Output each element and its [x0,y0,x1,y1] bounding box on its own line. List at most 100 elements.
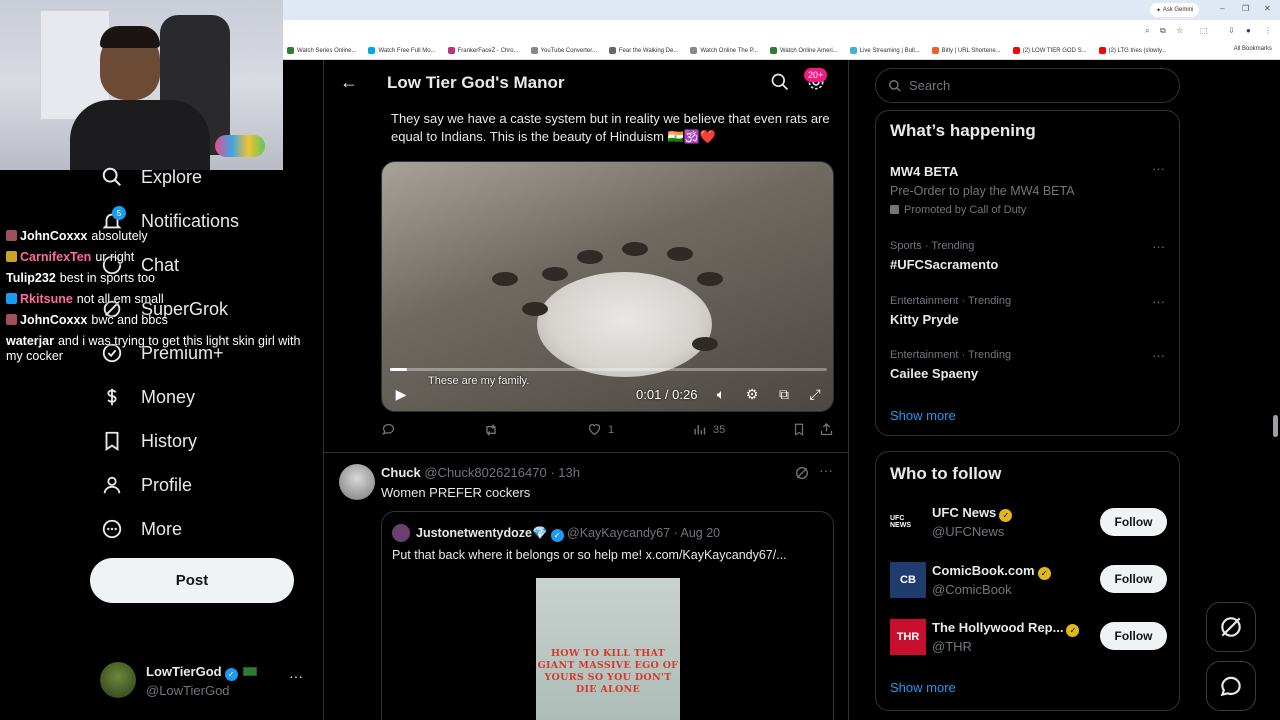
account-name: LowTierGod [146,664,222,679]
follow-suggestion-name[interactable]: UFC News [932,505,996,520]
bookmark-button[interactable] [792,422,812,437]
nav-profile[interactable]: Profile [100,470,192,500]
bookmark-favicon-icon [287,47,294,54]
install-icon[interactable]: ⧉ [1160,26,1166,36]
stream-chat-overlay: JohnCoxxx absolutely CarnifexTen ur right Tu… [6,226,316,364]
minimize-icon[interactable]: – [1220,4,1224,13]
bookmark-item[interactable]: (2) LTG tries (slowly... [1098,47,1166,54]
bookmark-item[interactable]: Watch Online The P... [690,47,758,54]
bookmark-item[interactable]: Bitly | URL Shortene... [931,47,1001,54]
browser-tab-strip [283,0,1280,20]
follow-button[interactable]: Follow [1100,622,1167,650]
video-progress-bar[interactable] [390,368,827,371]
promo-title[interactable]: MW4 BETA [890,164,958,179]
address-bar[interactable] [283,20,1280,42]
quoted-image-caption: HOW TO KILL THAT GIANT MASSIVE EGO OF YO… [537,648,679,695]
more-dots-icon[interactable]: ··· [289,668,303,684]
page-scrollbar[interactable] [1273,415,1278,437]
avatar[interactable]: UFC NEWS [890,504,926,540]
show-more-link[interactable]: Show more [890,408,956,423]
show-more-link[interactable]: Show more [890,680,956,695]
account-switcher[interactable]: LowTierGod ✓ @LowTierGod ··· [100,660,315,705]
nav-more[interactable]: More [100,514,182,544]
search-icon[interactable] [770,72,792,94]
more-dots-icon[interactable]: ··· [1152,239,1165,254]
follow-button[interactable]: Follow [1100,508,1167,536]
quoted-tweet-image[interactable]: HOW TO KILL THAT GIANT MASSIVE EGO OF YO… [536,578,680,720]
promoted-label-row: Promoted by Call of Duty [890,204,1026,216]
bookmark-favicon-icon [368,47,376,54]
follow-suggestion-name-row: ComicBook.com ✓ [932,563,1051,580]
tweet-text: Women PREFER cockers [381,485,531,500]
bookmark-item[interactable]: Watch Series Online... [287,47,356,54]
views-button[interactable]: 35 [692,422,725,437]
avatar[interactable]: THR [890,619,926,655]
tweet-header: Chuck @Chuck8026216470 · 13h [381,465,580,480]
chat-message: JohnCoxxx bwc and bbcs [6,310,316,331]
webcam-overlay [0,0,283,170]
more-dots-icon[interactable]: ··· [1152,348,1165,363]
bookmark-label: YouTube Converter... [540,47,597,54]
more-dots-icon[interactable]: ··· [1152,161,1165,176]
quoted-tweet[interactable]: Justonetwentydoze💎 ✓ @KayKaycandy67 · Aug… [381,511,834,720]
avatar[interactable] [339,464,375,500]
follow-suggestion-name[interactable]: The Hollywood Rep... [932,620,1063,635]
pip-icon[interactable]: ⧉ [775,385,793,403]
star-icon[interactable]: ☆ [1176,26,1183,35]
bookmark-item[interactable]: Live Streaming | Bull... [849,47,920,54]
video-subtitle: These are my family. [428,375,530,387]
close-window-icon[interactable]: ✕ [1264,4,1271,13]
play-icon[interactable]: ▶ [392,385,410,403]
trend-name[interactable]: Cailee Spaeny [890,366,978,381]
settings-icon[interactable]: ⚙︎ [743,385,761,403]
ask-gemini-button[interactable]: ✦ Ask Gemini [1150,3,1200,17]
grok-icon[interactable] [794,465,810,481]
bookmark-item[interactable]: (2) LOW TIER GOD S... [1012,47,1087,54]
all-bookmarks[interactable]: All Bookmarks [1234,46,1272,52]
follow-button[interactable]: Follow [1100,565,1167,593]
follow-suggestion-name[interactable]: ComicBook.com [932,563,1035,578]
reply-button[interactable] [381,422,402,437]
chat-text: bwc and bbcs [91,313,168,327]
bookmark-item[interactable]: Fear the Walking De... [608,47,678,54]
nav-more-label: More [141,518,183,539]
chat-text: best in sports too [59,271,155,285]
tweet-time[interactable]: · 13h [550,465,580,480]
volume-icon[interactable]: 🔈︎ [712,385,730,403]
like-button[interactable]: 1 [587,422,614,437]
back-arrow-icon[interactable]: ← [340,72,358,93]
more-dots-icon[interactable]: ··· [1152,294,1165,309]
bookmark-item[interactable]: Watch Free Full Mo... [368,47,436,54]
tweet-author-name[interactable]: Chuck [381,465,421,480]
trend-name[interactable]: #UFCSacramento [890,257,998,272]
fullscreen-icon[interactable]: ⤢ [806,385,824,403]
repost-button[interactable] [483,422,505,438]
downloads-icon[interactable]: ⇩ [1228,26,1235,35]
heart-icon [588,424,601,436]
restore-icon[interactable]: ❐ [1242,4,1249,13]
bookmark-label: Watch Online The P... [700,47,758,54]
trend-name[interactable]: Kitty Pryde [890,312,959,327]
bookmark-item[interactable]: FrankerFaceZ - Chro... [447,47,519,54]
avatar[interactable]: CB [890,562,926,598]
video-player[interactable]: These are my family. ▶ 0:01 / 0:26 🔈︎ ⚙︎… [381,161,834,412]
money-icon [100,385,124,409]
post-button[interactable]: Post [90,558,294,603]
bookmark-item[interactable]: YouTube Converter... [530,47,597,54]
promo-subtitle[interactable]: Pre-Order to play the MW4 BETA [890,184,1075,198]
more-dots-icon[interactable]: ··· [819,462,833,478]
chat-badge-icon [6,293,17,304]
nav-explore[interactable]: Explore [100,162,202,192]
grok-fab[interactable] [1206,602,1256,652]
extensions-icon[interactable]: ⬚ [1200,26,1208,35]
nav-money[interactable]: Money [100,382,195,412]
menu-icon[interactable]: ⋮ [1264,26,1272,35]
messages-fab[interactable] [1206,661,1256,711]
nav-history[interactable]: History [100,426,197,456]
tweet-author-handle[interactable]: @Chuck8026216470 [424,465,546,480]
share-button[interactable] [819,422,840,437]
bookmark-item[interactable]: Watch Online Ameri... [769,47,838,54]
zoom-icon[interactable]: ⌕ [1145,26,1149,36]
search-input[interactable]: Search [875,68,1180,103]
profile-avatar-icon[interactable]: ● [1246,26,1251,35]
